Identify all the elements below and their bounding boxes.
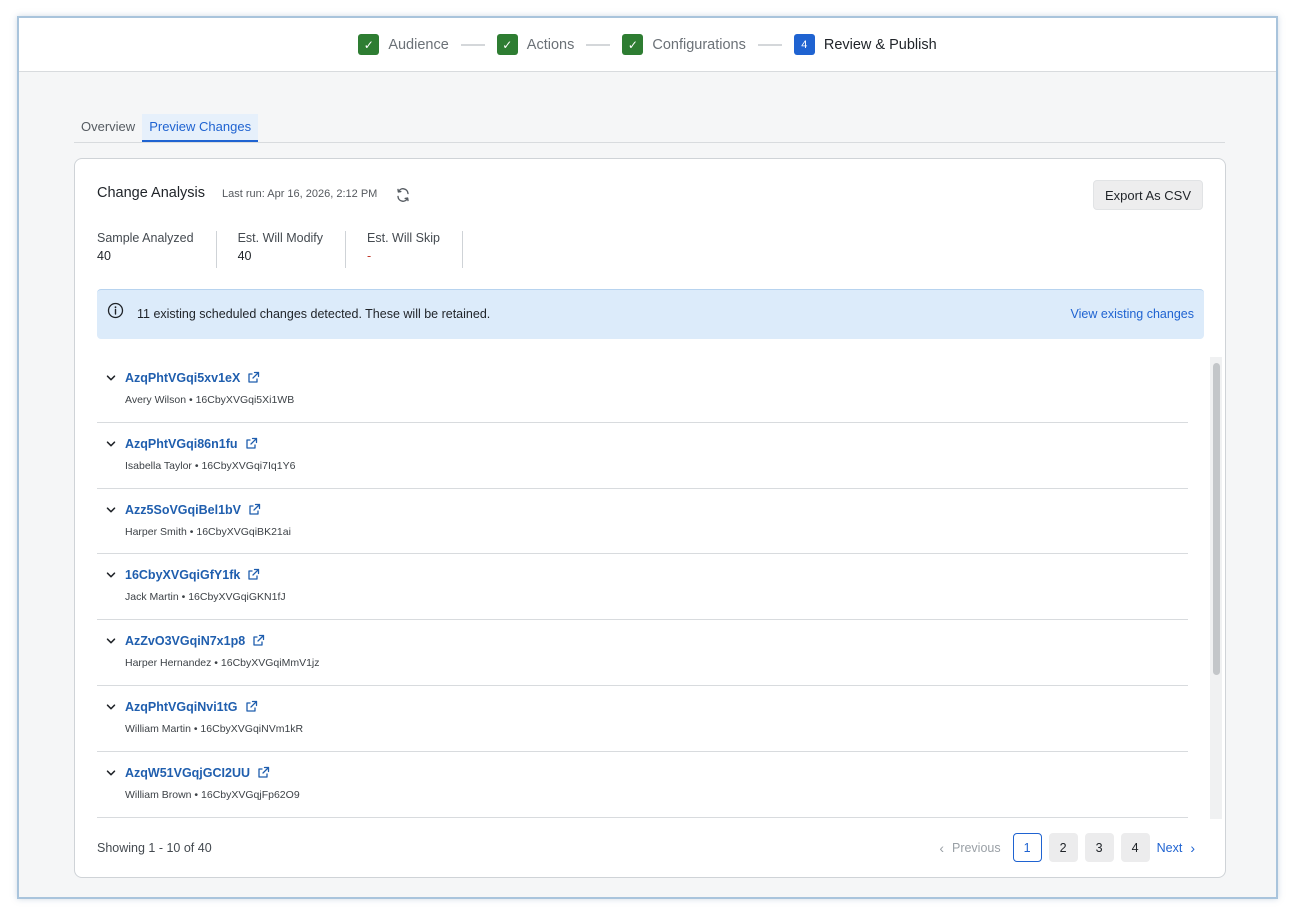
step-audience[interactable]: ✓ Audience (358, 34, 449, 55)
item-title-link[interactable]: Azz5SoVGqiBel1bV (125, 503, 261, 517)
pagination: ‹ Previous 1 2 3 4 Next › (931, 833, 1203, 862)
item-title-link[interactable]: AzqPhtVGqiNvi1tG (125, 700, 258, 714)
step-configurations[interactable]: ✓ Configurations (622, 34, 746, 55)
item-subtitle: Jack Martin • 16CbyXVGqiGKN1fJ (125, 591, 286, 604)
item-title: AzqW51VGqjGCI2UU (125, 765, 251, 780)
tab-overview[interactable]: Overview (74, 114, 142, 142)
list-item: AzZvO3VGqiN7x1p8 Harper Hernandez • 16Cb… (97, 620, 1188, 686)
stat-sample-analyzed: Sample Analyzed 40 (97, 231, 217, 268)
chevron-down-icon[interactable] (105, 767, 117, 779)
stats-row: Sample Analyzed 40 Est. Will Modify 40 E… (97, 231, 484, 268)
item-title: Azz5SoVGqiBel1bV (125, 502, 241, 517)
scrollbar-thumb[interactable] (1213, 363, 1220, 675)
external-link-icon[interactable] (245, 437, 258, 450)
stat-will-modify: Est. Will Modify 40 (237, 231, 347, 268)
change-list: AzqPhtVGqi5xv1eX Avery Wilson • 16CbyXVG… (97, 357, 1188, 819)
chevron-down-icon[interactable] (105, 372, 117, 384)
previous-label: Previous (951, 840, 1001, 855)
change-analysis-card: Change Analysis Last run: Apr 16, 2026, … (74, 158, 1226, 878)
next-page-button[interactable]: Next › (1157, 840, 1203, 856)
tab-preview-changes[interactable]: Preview Changes (142, 114, 259, 142)
item-subtitle: Harper Hernandez • 16CbyXVGqiMmV1jz (125, 657, 320, 670)
step-label: Configurations (652, 36, 746, 53)
external-link-icon[interactable] (257, 766, 270, 779)
item-title-link[interactable]: AzqPhtVGqi5xv1eX (125, 371, 260, 385)
previous-page-button[interactable]: ‹ Previous (931, 840, 1000, 856)
chevron-left-icon: ‹ (939, 839, 944, 856)
page-button-2[interactable]: 2 (1048, 833, 1078, 862)
check-icon: ✓ (622, 34, 644, 55)
list-item: AzqPhtVGqi86n1fu Isabella Taylor • 16Cby… (97, 423, 1188, 489)
stat-will-skip: Est. Will Skip - (367, 231, 463, 268)
page-button-4[interactable]: 4 (1120, 833, 1150, 862)
item-subtitle: William Brown • 16CbyXVGqjFp62O9 (125, 788, 300, 801)
item-subtitle: Isabella Taylor • 16CbyXVGqi7Iq1Y6 (125, 459, 296, 472)
item-subtitle: William Martin • 16CbyXVGqiNVm1kR (125, 722, 304, 735)
view-existing-changes-link[interactable]: View existing changes (1071, 307, 1194, 321)
stat-value: - (367, 249, 372, 263)
stat-value: 40 (97, 249, 111, 263)
step-connector (460, 43, 485, 46)
check-icon: ✓ (358, 34, 380, 55)
item-title: AzqPhtVGqi86n1fu (125, 436, 238, 451)
step-actions[interactable]: ✓ Actions (496, 34, 575, 55)
stat-value: 40 (237, 249, 252, 263)
list-item: Azz5SoVGqiBel1bV Harper Smith • 16CbyXVG… (97, 489, 1188, 555)
stat-label: Est. Will Modify (237, 231, 324, 245)
info-banner: 11 existing scheduled changes detected. … (97, 289, 1204, 339)
item-title: AzqPhtVGqi5xv1eX (125, 371, 241, 385)
external-link-icon[interactable] (247, 371, 260, 384)
list-item: AzqW51VGqjGCI2UU William Brown • 16CbyXV… (97, 752, 1188, 818)
page-button-1[interactable]: 1 (1012, 833, 1042, 862)
list-item: 16CbyXVGqiGfY1fk Jack Martin • 16CbyXVGq… (97, 554, 1188, 621)
item-title: 16CbyXVGqiGfY1fk (125, 568, 241, 583)
progress-stepper: ✓ Audience ✓ Actions ✓ Configurations 4 … (19, 18, 1276, 72)
step-connector (586, 43, 611, 46)
stat-label: Sample Analyzed (97, 231, 194, 245)
item-title: AzZvO3VGqiN7x1p8 (125, 634, 246, 649)
external-link-icon[interactable] (248, 503, 261, 516)
item-title-link[interactable]: 16CbyXVGqiGfY1fk (125, 568, 260, 582)
check-icon: ✓ (496, 34, 518, 55)
external-link-icon[interactable] (247, 568, 260, 581)
tab-bar: Overview Preview Changes (74, 114, 1225, 143)
list-item: AzqPhtVGqiNvi1tG William Martin • 16CbyX… (97, 686, 1188, 752)
list-item: AzqPhtVGqi5xv1eX Avery Wilson • 16CbyXVG… (97, 357, 1188, 423)
external-link-icon[interactable] (245, 700, 258, 713)
banner-message: 11 existing scheduled changes detected. … (137, 307, 491, 321)
chevron-down-icon[interactable] (105, 504, 117, 516)
step-review-publish[interactable]: 4 Review & Publish (793, 34, 937, 55)
card-title: Change Analysis (97, 185, 206, 201)
chevron-down-icon[interactable] (105, 635, 117, 647)
next-label: Next (1156, 840, 1183, 855)
step-number-badge: 4 (793, 34, 815, 55)
step-connector (757, 43, 782, 46)
step-label: Review & Publish (823, 36, 937, 53)
chevron-down-icon[interactable] (105, 569, 117, 581)
item-title: AzqPhtVGqiNvi1tG (125, 699, 238, 714)
external-link-icon[interactable] (252, 634, 265, 647)
info-icon (107, 302, 124, 319)
step-label: Audience (388, 36, 449, 53)
item-title-link[interactable]: AzqW51VGqjGCI2UU (125, 766, 270, 780)
step-label: Actions (526, 36, 575, 53)
item-subtitle: Avery Wilson • 16CbyXVGqi5Xi1WB (125, 394, 295, 406)
page-button-3[interactable]: 3 (1084, 833, 1114, 862)
item-subtitle: Harper Smith • 16CbyXVGqiBK21ai (125, 525, 291, 538)
list-scrollbar[interactable] (1210, 357, 1222, 819)
last-run-text: Last run: Apr 16, 2026, 2:12 PM (222, 188, 378, 200)
chevron-down-icon[interactable] (105, 701, 117, 713)
chevron-down-icon[interactable] (105, 438, 117, 450)
export-csv-button[interactable]: Export As CSV (1093, 180, 1203, 210)
stat-label: Est. Will Skip (367, 231, 440, 245)
app-window: ✓ Audience ✓ Actions ✓ Configurations 4 … (17, 16, 1278, 899)
refresh-icon[interactable] (395, 187, 411, 203)
chevron-right-icon: › (1190, 839, 1195, 856)
item-title-link[interactable]: AzqPhtVGqi86n1fu (125, 437, 258, 451)
item-title-link[interactable]: AzZvO3VGqiN7x1p8 (125, 634, 265, 648)
showing-count: Showing 1 - 10 of 40 (97, 841, 212, 855)
